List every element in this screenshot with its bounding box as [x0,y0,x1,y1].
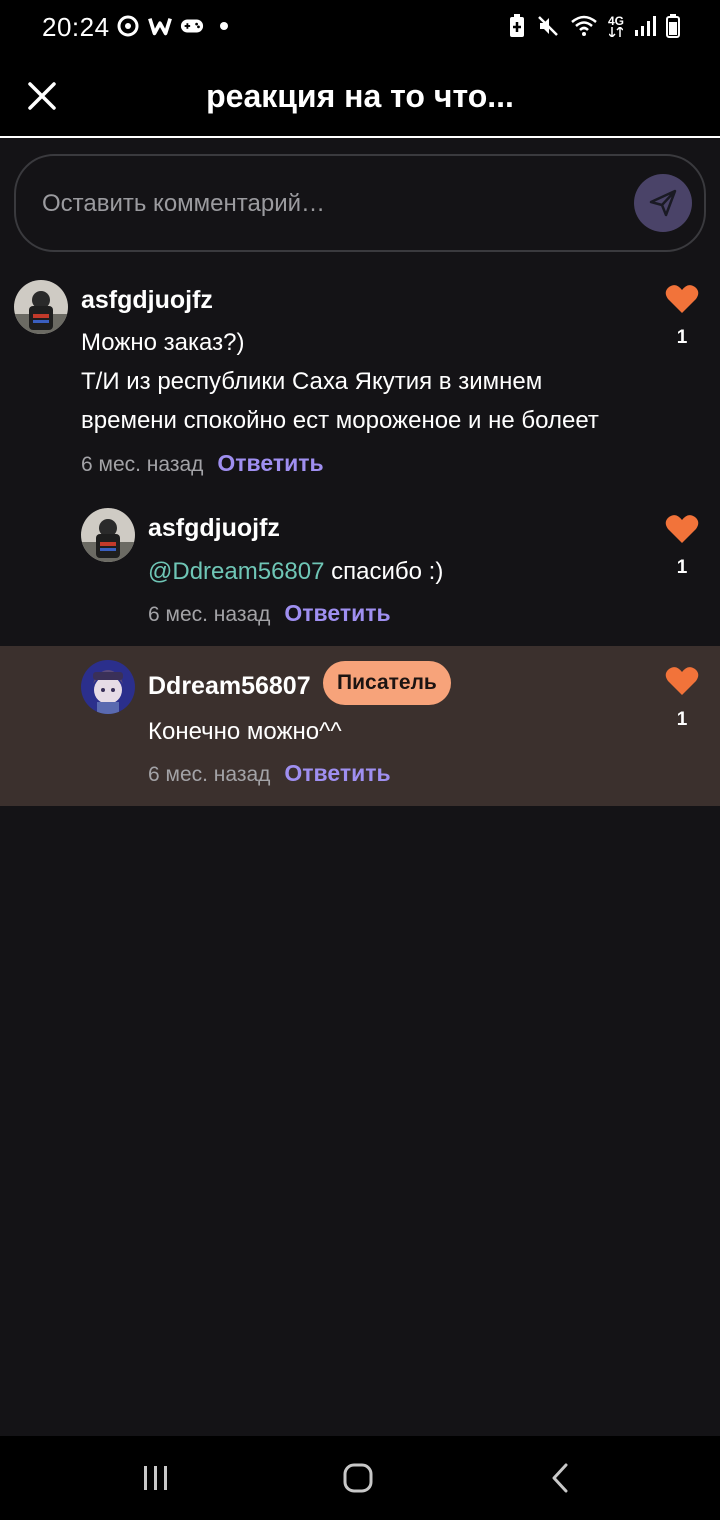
like-count: 1 [676,709,688,730]
like-count: 1 [676,327,688,348]
comment-input-box [14,154,706,252]
comment-meta: 6 мес. назад Ответить [81,450,324,477]
comment-item-highlighted: Ddream56807 Писатель Конечно можно^^ 6 м… [0,646,720,806]
home-button[interactable] [338,1462,378,1494]
mention-link[interactable]: @Ddream56807 [148,558,324,585]
back-button[interactable] [540,1462,580,1494]
avatar[interactable] [14,280,68,334]
dot-icon [212,14,236,38]
status-bar: 20:24 4G [0,0,720,56]
reply-button[interactable]: Ответить [284,760,390,787]
timestamp: 6 мес. назад [148,763,271,786]
comment-input[interactable] [42,184,602,224]
heart-icon[interactable] [665,666,699,696]
status-left-icons [116,14,236,38]
status-time: 20:24 [42,12,110,42]
home-icon [343,1463,373,1493]
avatar-icon [14,280,68,334]
avatar-icon [81,508,135,562]
comment-line: Можно заказ?) [81,329,245,356]
battery-icon [666,14,680,38]
send-icon [649,189,677,217]
comment-meta: 6 мес. назад Ответить [148,600,391,627]
timestamp: 6 мес. назад [81,453,204,476]
comment-item: asfgdjuojfz Можно заказ?) Т/И из республ… [0,270,720,490]
comment-text: Можно заказ?) Т/И из республики Саха Яку… [81,323,641,440]
recent-apps-button[interactable] [136,1462,176,1494]
comment-text: Конечно можно^^ [148,718,342,745]
send-button[interactable] [634,174,692,232]
w-app-icon [148,14,172,38]
page-title: реакция на то что... [206,78,514,114]
signal-icon [634,15,656,37]
comment-text: @Ddream56807 спасибо :) [148,552,648,591]
avatar-icon [81,660,135,714]
music-icon [116,14,140,38]
username[interactable]: asfgdjuojfz [148,514,280,543]
heart-icon[interactable] [665,514,699,544]
header: реакция на то что... [0,56,720,138]
reply-button[interactable]: Ответить [217,450,323,477]
timestamp: 6 мес. назад [148,603,271,626]
like-count: 1 [676,557,688,578]
comment-body: спасибо :) [324,558,444,585]
like-box: 1 [662,514,702,579]
4g-icon: 4G [608,15,624,37]
like-box: 1 [662,284,702,349]
username[interactable]: Ddream56807 [148,672,311,701]
username[interactable]: asfgdjuojfz [81,286,213,315]
avatar[interactable] [81,660,135,714]
wifi-icon [570,14,598,38]
status-right-icons: 4G [508,14,680,38]
battery-saver-icon [508,14,526,38]
writer-badge: Писатель [323,661,451,705]
like-box: 1 [662,666,702,731]
gamepad-icon [180,14,204,38]
comment-line: времени спокойно ест мороженое и не боле… [81,407,599,434]
comment-meta: 6 мес. назад Ответить [148,760,391,787]
back-icon [552,1463,568,1493]
comment-item: asfgdjuojfz @Ddream56807 спасибо :) 6 ме… [0,500,720,640]
heart-icon[interactable] [665,284,699,314]
network-label: 4G [607,14,624,28]
avatar[interactable] [81,508,135,562]
recent-apps-icon [144,1466,167,1490]
reply-button[interactable]: Ответить [284,600,390,627]
system-nav-bar [0,1436,720,1520]
mute-icon [536,14,560,38]
comment-line: Т/И из республики Саха Якутия в зимнем [81,368,543,395]
